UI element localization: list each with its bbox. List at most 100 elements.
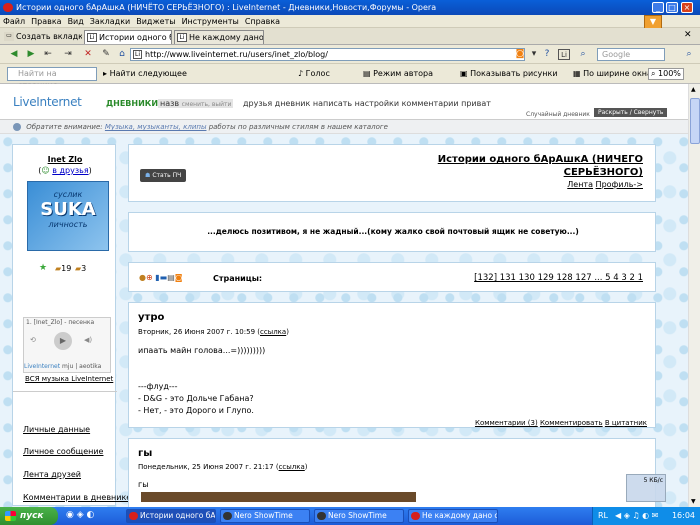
window-titlebar: Истории одного бАрАшкА (НИЧЁТО СЕРЬЁЗНОГ… <box>0 0 700 15</box>
home-icon[interactable]: ⌂ <box>116 49 128 60</box>
sidebar-private-message[interactable]: Личное сообщение <box>23 447 103 456</box>
taskbar-item-opera[interactable]: Истории одного бАр... <box>126 509 216 523</box>
sidebar-divider <box>13 391 117 392</box>
sidebar-personal-data[interactable]: Личные данные <box>23 425 90 434</box>
notice-bar: Обратите внимание: Музыка, музыканты, кл… <box>0 120 688 134</box>
menu-tools[interactable]: Инструменты <box>179 15 242 28</box>
search-input[interactable]: Google <box>597 48 665 61</box>
play-icon[interactable]: ▶ <box>54 332 72 350</box>
taskbar-item-nero[interactable]: Nero ShowTime <box>314 509 404 523</box>
find-input[interactable]: Найти на странице <box>7 67 97 90</box>
nav-links[interactable]: друзья дневник написать настройки коммен… <box>243 99 491 108</box>
start-button[interactable]: пуск <box>0 507 58 525</box>
menu-bookmarks[interactable]: Закладки <box>87 15 133 28</box>
rss-icon[interactable]: ◙ <box>514 49 526 60</box>
lenta-link[interactable]: Лента <box>567 180 593 189</box>
quote-link[interactable]: В цитатник <box>605 419 647 427</box>
menu-view[interactable]: Вид <box>65 15 87 28</box>
scroll-thumb[interactable] <box>690 98 700 144</box>
folder-count[interactable]: ▰19 <box>55 264 71 273</box>
vertical-scrollbar[interactable]: ▲ ▼ <box>688 84 700 507</box>
all-music-link[interactable]: ВСЯ музыка LiveInternet <box>25 375 113 383</box>
tray-icons[interactable]: ◀ ◈ ♫ ◐ ✉ <box>615 507 658 525</box>
maximize-button[interactable]: □ <box>666 2 678 13</box>
minimize-button[interactable]: _ <box>652 2 664 13</box>
address-input[interactable]: Li http://www.liveinternet.ru/users/inet… <box>130 48 525 61</box>
tab-active[interactable]: LiИстории одного бАр... <box>84 30 172 44</box>
address-toolbar: ◀ ▶ ⇤ ⇥ ✕ ✎ ⌂ Li http://www.liveinternet… <box>0 45 700 64</box>
close-tab-icon[interactable]: ✕ <box>684 30 692 40</box>
forward-icon[interactable]: ▶ <box>25 49 37 60</box>
back-icon[interactable]: ◀ <box>8 49 20 60</box>
comment-link[interactable]: Комментировать <box>540 419 603 427</box>
profile-name[interactable]: Inet Zlo <box>13 155 117 164</box>
volume-icon[interactable]: ◀) <box>84 336 92 344</box>
search-engine-icon[interactable]: ⌕ <box>577 49 589 60</box>
scroll-up-icon[interactable]: ▲ <box>691 86 696 93</box>
comments-link[interactable]: Комментарии (3) <box>475 419 538 427</box>
taskbar-item-nero[interactable]: Nero ShowTime <box>220 509 310 523</box>
prev-icon[interactable]: ⟲ <box>30 336 36 344</box>
scroll-down-icon[interactable]: ▼ <box>691 498 696 505</box>
post-permalink[interactable]: ссылка <box>260 328 286 336</box>
window-title: Истории одного бАрАшкА (НИЧЁТО СЕРЬЁЗНОГ… <box>16 3 437 12</box>
nav-diaries[interactable]: ДНЕВНИКИ <box>106 99 158 108</box>
info-icon <box>13 123 21 131</box>
edit-icon[interactable]: ✎ <box>100 49 112 60</box>
search-go-icon[interactable]: ⌕ <box>683 49 695 60</box>
left-sidebar: Inet Zlo (☺ в друзья) суслик SUKA личнос… <box>12 144 131 506</box>
menu-edit[interactable]: Правка <box>28 15 64 28</box>
menu-file[interactable]: Файл <box>0 15 28 28</box>
post-permalink[interactable]: ссылка <box>279 463 305 471</box>
li-icon[interactable]: Li <box>558 49 570 60</box>
profile-avatar[interactable]: суслик SUKA личность <box>27 181 109 251</box>
find-next-button[interactable]: ▸ Найти следующее <box>103 69 187 78</box>
post-title[interactable]: гы <box>138 448 152 459</box>
profile-link[interactable]: Профиль-> <box>596 180 643 189</box>
post-image <box>141 492 416 502</box>
blog-links: Лента Профиль-> <box>567 180 643 189</box>
close-button[interactable]: × <box>681 2 693 13</box>
new-tab-button[interactable]: ▭ Создать вкладку <box>2 30 82 44</box>
sidebar-friends-feed[interactable]: Лента друзей <box>23 470 81 479</box>
site-logo[interactable]: LiveInternet <box>13 95 82 109</box>
random-diary-link[interactable]: Случайный дневник <box>526 111 590 118</box>
voice-button[interactable]: ♪ Голос <box>298 69 330 78</box>
add-friend-link[interactable]: (☺ в друзья) <box>13 166 117 175</box>
expand-collapse-button[interactable]: Раскрыть / Свернуть <box>594 108 668 117</box>
show-images-button[interactable]: ▣ Показывать рисунки <box>460 69 558 78</box>
language-indicator[interactable]: RL <box>598 507 608 525</box>
stop-icon[interactable]: ✕ <box>82 49 94 60</box>
nav-username[interactable]: назв сменить, выйти <box>158 99 234 108</box>
comment-count[interactable]: ▰3 <box>75 264 86 273</box>
rewind-icon[interactable]: ⇤ <box>42 49 54 60</box>
help-icon[interactable]: ? <box>541 49 553 60</box>
blog-motto-panel: ...делюсь позитивом, я не жадный...(кому… <box>128 212 656 252</box>
notice-link[interactable]: Музыка, музыканты, клипы <box>105 123 207 131</box>
author-mode-button[interactable]: ▤ Режим автора <box>363 69 433 78</box>
toolbar-icons[interactable]: ●⊕ ▮▬▤◙ <box>139 273 183 282</box>
pagination-links[interactable]: [132] 131 130 129 128 127 ... 5 4 3 2 1 <box>474 273 643 283</box>
music-player[interactable]: 1. [Inet_Zlo] - песенка ▶ ⟲ ◀) LiveInter… <box>23 317 111 373</box>
become-pch-button[interactable]: ☗ Стать ПЧ <box>140 169 187 182</box>
sidebar-diary-comments[interactable]: Комментарии в дневнике <box>23 493 131 502</box>
taskbar-item-opera[interactable]: Не каждому дано сл... <box>408 509 498 523</box>
dropdown-icon[interactable]: ▾ <box>528 49 540 60</box>
menu-widgets[interactable]: Виджеты <box>133 15 178 28</box>
pages-label: Страницы: <box>213 274 263 283</box>
post-title[interactable]: утро <box>138 312 164 323</box>
fit-width-button[interactable]: ▦ По ширине окна <box>573 69 652 78</box>
blog-motto: ...делюсь позитивом, я не жадный...(кому… <box>207 227 579 236</box>
site-favicon: Li <box>133 50 143 59</box>
star-icon[interactable]: ★ <box>39 263 47 273</box>
blog-title[interactable]: Истории одного бАрАшкА (НИЧЕГО СЕРЬЁЗНОГ… <box>433 153 643 179</box>
zoom-select[interactable]: ⌕ 100% <box>648 68 684 80</box>
post-meta: Вторник, 26 Июня 2007 г. 10:59 (ссылка) <box>138 328 289 336</box>
fastforward-icon[interactable]: ⇥ <box>62 49 74 60</box>
menu-help[interactable]: Справка <box>242 15 283 28</box>
post-line: ---флуд--- <box>138 382 178 391</box>
nero-icon <box>317 512 326 520</box>
windows-logo-icon <box>5 511 16 521</box>
tab-second[interactable]: LiНе каждому дано сл... <box>174 30 264 44</box>
quicklaunch-icons[interactable]: ◉ ◈ ◐ <box>66 510 94 520</box>
